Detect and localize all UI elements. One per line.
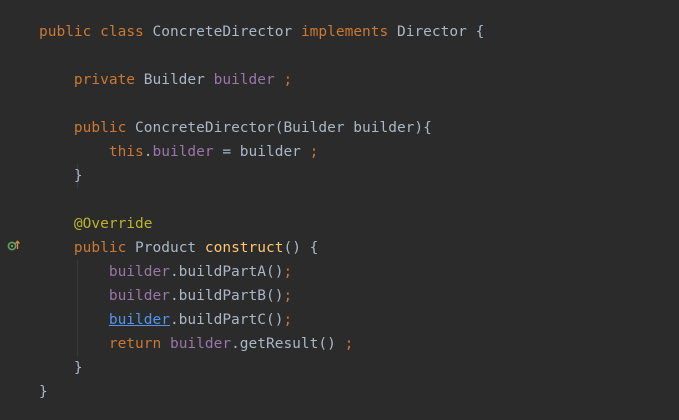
code-line-class-declaration[interactable]: public class ConcreteDirector implements…: [39, 20, 679, 44]
keyword: class: [100, 24, 144, 40]
semicolon: ;: [283, 312, 293, 328]
code-line-annotation[interactable]: @Override: [39, 212, 679, 236]
keyword: this: [108, 144, 144, 160]
method-call: .buildPartC(): [169, 312, 284, 328]
code-line-method-signature[interactable]: public Product construct() {: [39, 236, 679, 260]
semicolon: ;: [309, 144, 319, 160]
keyword: public: [39, 24, 92, 40]
code-line-blank[interactable]: [39, 188, 679, 212]
code-line-close-brace[interactable]: }: [39, 380, 679, 404]
semicolon: ;: [283, 72, 293, 88]
code-line-statement[interactable]: builder.buildPartB();: [39, 284, 679, 308]
dot: .: [143, 144, 153, 160]
method-call: .getResult(): [231, 336, 345, 352]
method-name: construct: [204, 240, 284, 256]
editor-gutter: [0, 0, 30, 420]
method-call: .buildPartA(): [169, 264, 284, 280]
field-name: builder: [108, 264, 170, 280]
keyword: implements: [300, 24, 389, 40]
brace: }: [73, 168, 83, 184]
implements-override-icon[interactable]: [7, 239, 21, 251]
method-call: .buildPartB(): [169, 288, 284, 304]
brace: }: [73, 360, 83, 376]
code-line-blank[interactable]: [39, 92, 679, 116]
interface-name: Director: [396, 24, 467, 40]
code-line-statement[interactable]: builder.buildPartA();: [39, 260, 679, 284]
field-name: builder: [108, 288, 170, 304]
code-line-blank[interactable]: [39, 44, 679, 68]
field-name: builder: [169, 336, 232, 352]
brace: }: [39, 384, 48, 400]
semicolon: ;: [344, 336, 354, 352]
code-area[interactable]: public class ConcreteDirector implements…: [39, 20, 679, 404]
field-name: builder: [152, 144, 214, 160]
code-line-close-brace[interactable]: }: [39, 164, 679, 188]
annotation: @Override: [73, 216, 153, 232]
semicolon: ;: [283, 264, 293, 280]
code-line-constructor-signature[interactable]: public ConcreteDirector(Builder builder)…: [39, 116, 679, 140]
code-line-close-brace[interactable]: }: [39, 356, 679, 380]
constructor-signature: ConcreteDirector(Builder builder){: [135, 120, 432, 136]
brace: {: [475, 24, 485, 40]
keyword: public: [73, 120, 127, 136]
code-line-statement[interactable]: builder.buildPartC();: [39, 308, 679, 332]
params: () {: [283, 240, 319, 256]
semicolon: ;: [283, 288, 293, 304]
code-line-field-declaration[interactable]: private Builder builder ;: [39, 68, 679, 92]
type-name: Product: [135, 240, 197, 256]
code-line-constructor-body[interactable]: this.builder = builder ;: [39, 140, 679, 164]
field-name-link[interactable]: builder: [109, 312, 170, 328]
keyword: return: [108, 336, 162, 352]
type-name: Builder: [143, 72, 205, 88]
code-editor[interactable]: public class ConcreteDirector implements…: [0, 0, 679, 420]
keyword: public: [73, 240, 127, 256]
keyword: private: [73, 72, 136, 88]
field-name: builder: [213, 72, 275, 88]
code-line-return[interactable]: return builder.getResult() ;: [39, 332, 679, 356]
class-name: ConcreteDirector: [152, 24, 293, 40]
assignment: = builder: [213, 144, 310, 160]
